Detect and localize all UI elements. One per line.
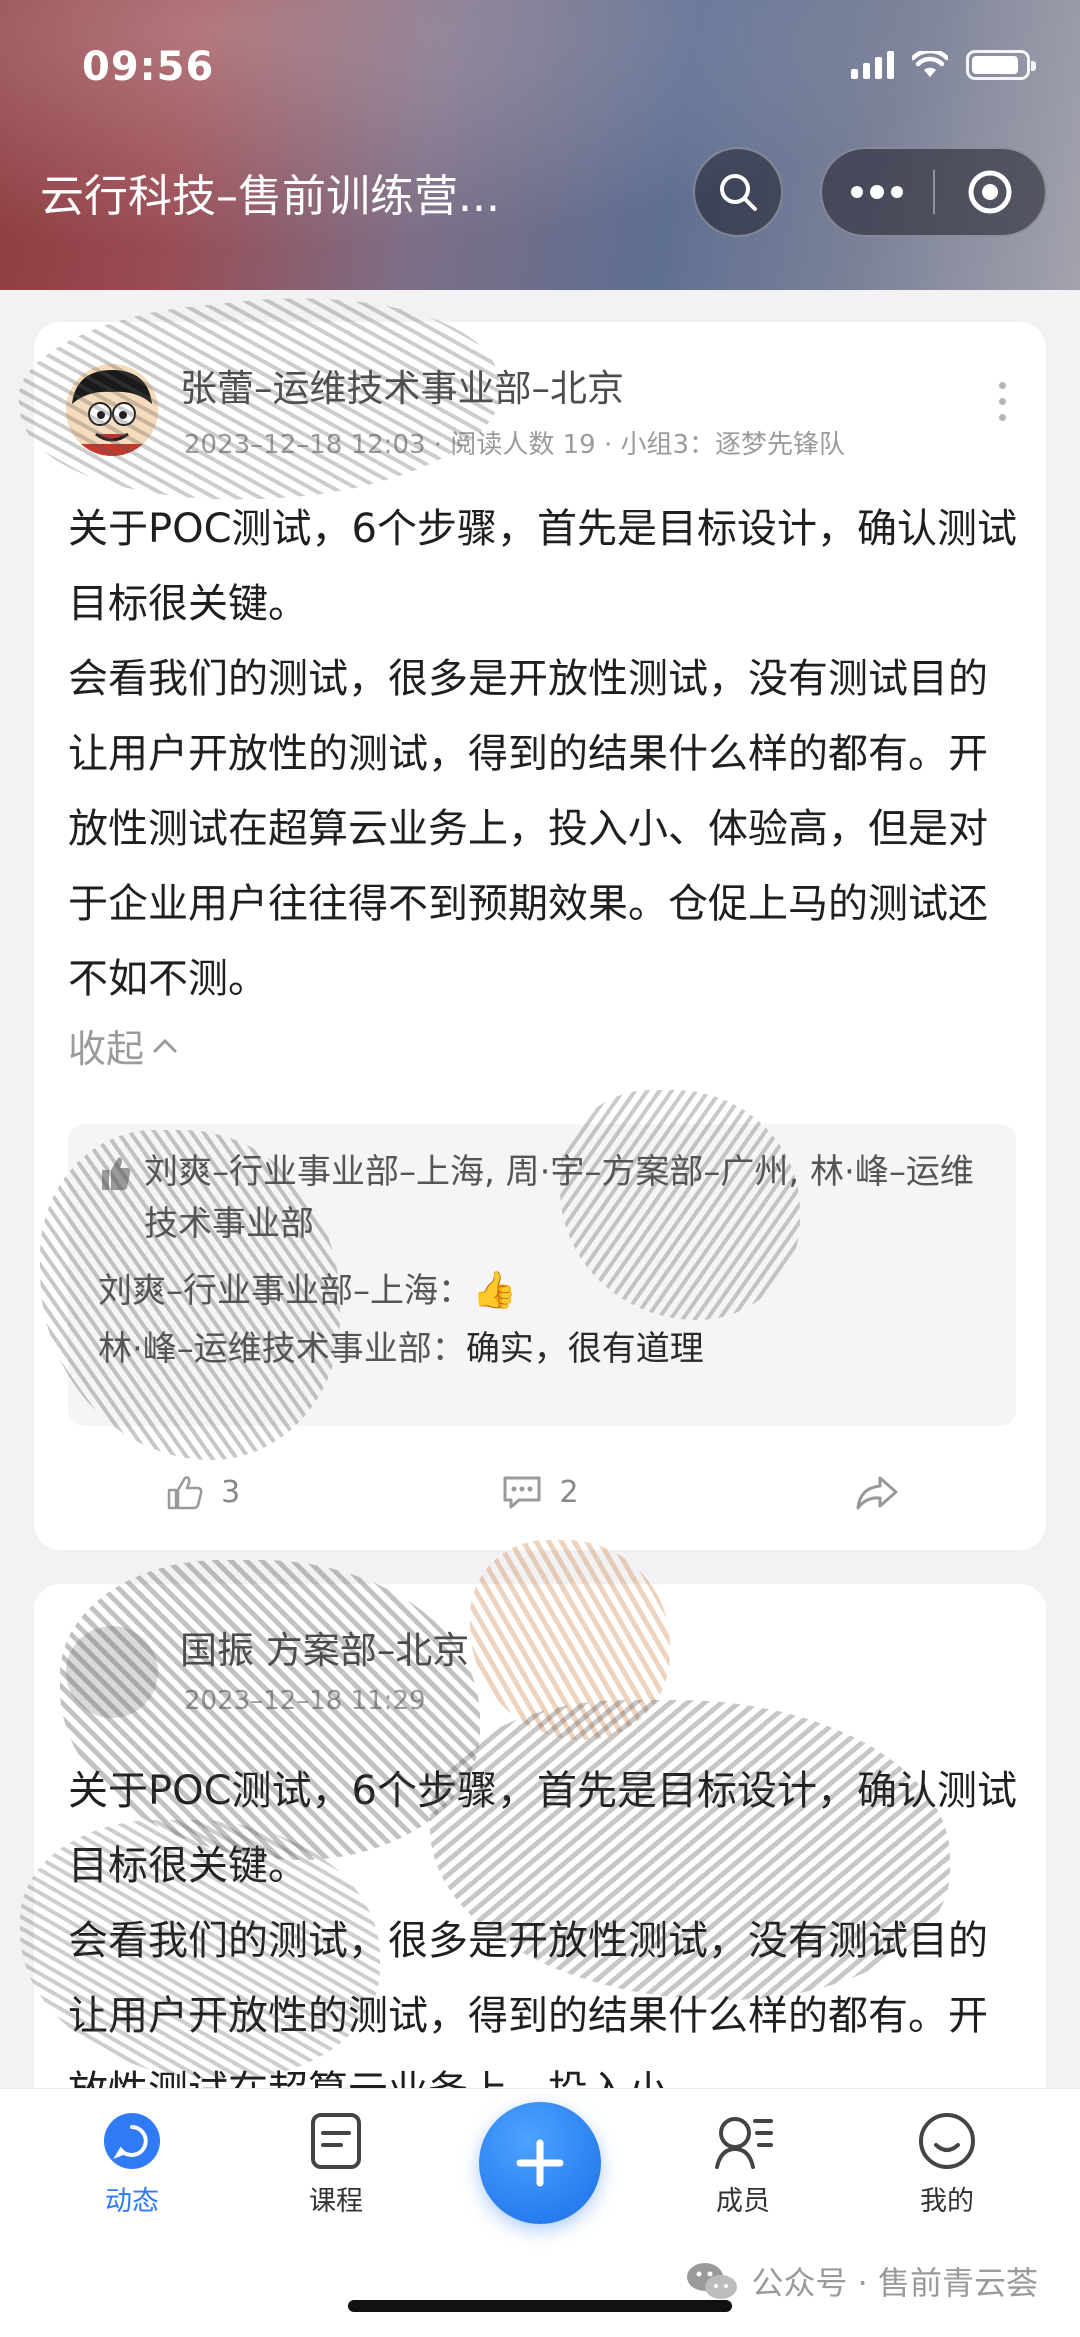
chat-bubble-icon [104,2113,160,2169]
like-button[interactable]: 3 [34,1472,371,1512]
tab-members[interactable]: 成员 [673,2111,813,2218]
comment-text: 确实，很有道理 [465,1329,704,1369]
tab-label: 动态 [105,2186,159,2217]
share-button[interactable] [709,1472,1046,1512]
smile-face-icon [919,2113,975,2169]
post-content: 关于POC测试，6个步骤，首先是目标设计，确认测试目标很关键。 会看我们的测试，… [68,1754,1018,2129]
post-paragraph: 会看我们的测试，很多是开放性测试，没有测试目的让用户开放性的测试，得到的结果什么… [68,656,988,1002]
plus-icon [516,2139,564,2187]
post-content: 关于POC测试，6个步骤，首先是目标设计，确认测试目标很关键。 会看我们的测试，… [68,492,1018,1017]
author-name[interactable]: 张蕾–运维技术事业部–北京 [180,358,624,412]
course-book-icon [311,2113,361,2169]
wifi-icon [912,51,948,77]
meta-separator: · [603,430,621,460]
post-more-button[interactable] [999,382,1006,421]
comment-item[interactable]: 刘爽–行业事业部–上海：👍 [98,1262,986,1320]
target-circle-icon [968,170,1012,214]
comment-count: 2 [559,1474,579,1510]
app-screen: 09:56 云行科技–售前训练营... 张蕾–运维技术事业部–北京 2023–1… [0,0,1080,2337]
members-icon [715,2117,773,2169]
comment-item[interactable]: 林·峰–运维技术事业部：确实，很有道理 [98,1320,986,1378]
thumb-up-icon [102,1157,131,1190]
view-count: 阅读人数 19 [450,430,596,460]
author-name[interactable]: 国振 方案部–北京 [180,1620,469,1674]
search-icon [720,174,757,211]
likes-list[interactable]: 刘爽–行业事业部–上海, 周·宇–方案部–广州, 林·峰–运维技术事业部 [144,1146,986,1250]
group-name: 小组3：逐梦先锋队 [620,430,846,460]
reactions-panel: 刘爽–行业事业部–上海, 周·宇–方案部–广州, 林·峰–运维技术事业部 刘爽–… [68,1124,1016,1426]
post-paragraph: 关于POC测试，6个步骤，首先是目标设计，确认测试目标很关键。 [68,1768,1017,1889]
comment-button[interactable]: 2 [371,1472,708,1512]
thumb-up-outline-icon [167,1476,203,1510]
post-paragraph: 关于POC测试，6个步骤，首先是目标设计，确认测试目标很关键。 [68,506,1017,627]
post-meta: 2023–12–18 12:03 · 阅读人数 19 · 小组3：逐梦先锋队 [184,424,845,461]
share-icon [856,1476,898,1510]
like-count: 3 [221,1474,241,1510]
mini-program-capsule [820,147,1047,237]
chevron-up-icon [153,1038,177,1052]
tab-label: 我的 [920,2186,974,2217]
new-post-button[interactable] [479,2102,601,2224]
close-mini-program-button[interactable] [935,149,1046,235]
post-card[interactable]: 张蕾–运维技术事业部–北京 2023–12–18 12:03 · 阅读人数 19… [34,322,1046,1550]
avatar[interactable] [66,1626,158,1718]
tab-courses[interactable]: 课程 [266,2111,406,2218]
post-actions: 3 2 [34,1442,1046,1542]
status-icons [851,50,1036,80]
comment-author: 林·峰–运维技术事业部： [98,1329,466,1369]
search-button[interactable] [693,147,783,237]
status-time: 09:56 [82,44,215,90]
comment-author: 刘爽–行业事业部–上海： [98,1271,472,1311]
page-title: 云行科技–售前训练营... [40,171,500,222]
watermark-text: 公众号 · 售前青云荟 [751,2264,1038,2302]
likes-row: 刘爽–行业事业部–上海, 周·宇–方案部–广州, 林·峰–运维技术事业部 [98,1146,986,1250]
more-horizontal-icon [851,185,904,199]
watermark: 公众号 · 售前青云荟 [685,2258,1038,2304]
collapse-label: 收起 [68,1027,145,1071]
more-menu-button[interactable] [822,149,933,235]
avatar[interactable] [66,364,158,456]
comment-text: 👍 [472,1270,517,1311]
battery-icon [966,50,1036,80]
cartoon-avatar-icon [66,364,158,456]
post-date: 2023–12–18 12:03 [184,430,426,460]
comment-icon [503,1476,541,1509]
capsule-divider [932,170,935,214]
post-meta: 2023–12–18 11:29 [184,1686,426,1716]
tab-label: 课程 [309,2186,363,2217]
post-date: 2023–12–18 11:29 [184,1686,426,1716]
tab-label: 成员 [716,2186,770,2217]
tab-profile[interactable]: 我的 [877,2111,1017,2218]
signal-icon [851,51,894,79]
meta-separator: · [433,430,451,460]
tab-feed[interactable]: 动态 [62,2111,202,2218]
home-indicator[interactable] [348,2300,732,2312]
wechat-icon [687,2263,738,2299]
collapse-button[interactable]: 收起 [68,1018,178,1073]
mini-program-header: 09:56 云行科技–售前训练营... [0,0,1080,290]
